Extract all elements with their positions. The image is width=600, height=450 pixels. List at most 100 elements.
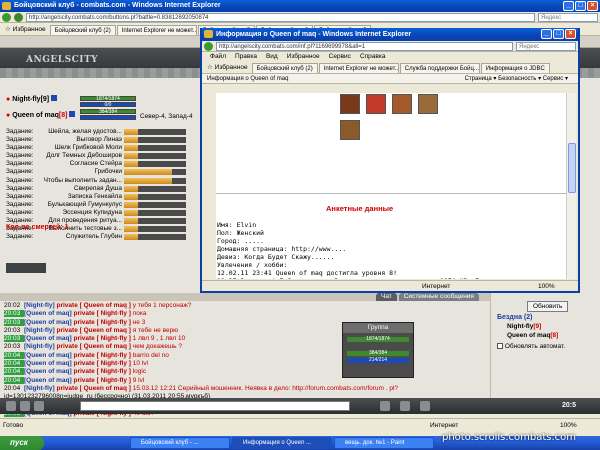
task-row[interactable]: Задание: Чтобы выполнить задан... (6, 177, 206, 185)
chat-nick[interactable]: [Queen of maq] (24, 335, 72, 342)
task-row[interactable]: Задание: Служитель Глубин (6, 233, 206, 241)
task-progress (124, 145, 186, 152)
clear-icon[interactable] (20, 401, 30, 411)
gift-icon[interactable] (392, 94, 412, 114)
chat-time: 20:04 (4, 376, 24, 384)
chat-nick[interactable]: [Night-fly] (24, 385, 55, 392)
link-2[interactable]: Internet Explorer не может... (318, 63, 399, 73)
info-icon[interactable] (51, 95, 58, 101)
menu-view[interactable]: Вид (266, 52, 278, 62)
popup-status-zoom[interactable]: 100% (538, 281, 555, 292)
auto-update-toggle[interactable]: Обновлять автомат. (497, 343, 565, 350)
translit-icon[interactable] (34, 401, 44, 411)
start-button[interactable]: пуск (0, 436, 44, 450)
update-button[interactable]: Обновить (527, 301, 569, 312)
chat-input[interactable] (80, 401, 350, 411)
chat-nick[interactable]: [Night-fly] (24, 343, 55, 350)
link-3[interactable]: Служба поддержки Бойц... (399, 63, 480, 73)
menu-file[interactable]: Файл (210, 52, 226, 62)
smiley-icon[interactable] (6, 401, 16, 411)
task-row[interactable]: Задание: Булькающий Гумункулус (6, 201, 206, 209)
chat-private-target[interactable]: private [ Queen of maq ] (57, 327, 131, 334)
chat-nick[interactable]: [Queen of maq] (24, 352, 72, 359)
popup-window: Информация о Queen of maq - Windows Inte… (200, 28, 580, 293)
task-row[interactable]: Задание: Свирепая Душа (6, 185, 206, 193)
popup-tab[interactable]: Информация о Queen of maq (207, 76, 288, 82)
group-title: Группа (343, 323, 413, 333)
member-night-fly[interactable]: Night-fly[9] (507, 323, 541, 330)
scroll-thumb[interactable] (568, 143, 576, 193)
tab-chat[interactable]: Чат (376, 293, 397, 301)
player-night-fly[interactable]: ● Night-fly[9] (6, 95, 58, 103)
bg-url-field[interactable]: http://angelscity.combats.com/buttons.pl… (26, 12, 535, 22)
checkbox[interactable] (497, 343, 503, 350)
chat-time: 20:03 (4, 335, 24, 343)
chat-nick[interactable]: [Queen of maq] (24, 319, 72, 326)
menu-tools[interactable]: Сервис (329, 52, 351, 62)
chat-private-target[interactable]: private [ Night-fly ] (73, 319, 130, 326)
filter-icon[interactable] (400, 401, 410, 411)
exit-icon[interactable] (420, 401, 430, 411)
chat-private-target[interactable]: private [ Night-fly ] (73, 310, 130, 317)
taskbar-item-1[interactable]: Бойцовский клуб - ... (130, 437, 230, 449)
task-row[interactable]: Задание: Грибочки (6, 168, 206, 176)
link-4[interactable]: Информация о JDBC (480, 63, 550, 73)
chat-nick[interactable]: [Night-fly] (24, 302, 55, 309)
favorites-button[interactable]: ☆ Избранное (204, 62, 251, 73)
task-row[interactable]: Задание: Эссенция Купидуна (6, 209, 206, 217)
task-row[interactable]: Задание: Выговор Линаэ (6, 136, 206, 144)
link-1[interactable]: Бойцовский клуб (2) (251, 63, 318, 73)
menu-favorites[interactable]: Избранное (287, 52, 320, 62)
bg-tab-2[interactable]: Internet Explorer не может... (116, 25, 197, 35)
favorites-button[interactable]: ☆ Избранное (2, 24, 49, 35)
chat-nick[interactable]: [Queen of maq] (24, 310, 72, 317)
popup-scrollbar[interactable] (566, 93, 576, 279)
chat-private-target[interactable]: private [ Night-fly ] (73, 368, 130, 375)
back-icon[interactable] (204, 41, 213, 51)
chat-nick[interactable]: [Queen of maq] (24, 368, 72, 375)
task-row[interactable]: Задание: Шейла, желая удостов... (6, 128, 206, 136)
member-queen[interactable]: Queen of maq[8] (507, 332, 558, 339)
popup-maximize-button[interactable]: □ (553, 29, 564, 39)
chat-private-target[interactable]: private [ Night-fly ] (73, 335, 130, 342)
chat-private-target[interactable]: private [ Night-fly ] (73, 352, 130, 359)
bg-tab-1[interactable]: Бойцовский клуб (2) (49, 25, 116, 35)
close-button[interactable]: × (587, 1, 598, 11)
tab-system-messages[interactable]: Системные сообщения (398, 293, 479, 301)
chat-nick[interactable]: [Queen of maq] (24, 377, 72, 384)
popup-search-field[interactable]: Яндекс (516, 41, 576, 51)
gift-icon[interactable] (340, 94, 360, 114)
popup-minimize-button[interactable]: _ (541, 29, 552, 39)
menu-edit[interactable]: Правка (235, 52, 257, 62)
send-icon[interactable] (380, 401, 390, 411)
gift-icon[interactable] (340, 120, 360, 140)
chat-line: 20:04 [Queen of maq] private [ Night-fly … (4, 376, 494, 385)
forward-icon[interactable] (14, 12, 23, 22)
chat-private-target[interactable]: private [ Queen of maq ] (57, 343, 131, 350)
menu-help[interactable]: Справка (360, 52, 386, 62)
chat-private-target[interactable]: private [ Night-fly ] (73, 377, 130, 384)
maximize-button[interactable]: □ (575, 1, 586, 11)
info-icon[interactable] (69, 111, 76, 117)
back-icon[interactable] (2, 12, 11, 22)
popup-url-field[interactable]: http://angelscity.combats.com/inf.pl?116… (216, 41, 513, 51)
task-row[interactable]: Задание: Записка Генкайла (6, 193, 206, 201)
taskbar-item-3[interactable]: вещь. док. №1 - Paint (334, 437, 434, 449)
chat-private-target[interactable]: private [ Queen of maq ] (57, 385, 131, 392)
bg-search-field[interactable]: Яндекс (538, 12, 598, 22)
status-zone: Интернет (430, 422, 459, 429)
minimize-button[interactable]: _ (563, 1, 574, 11)
chat-nick[interactable]: [Night-fly] (24, 327, 55, 334)
chat-nick[interactable]: [Queen of maq] (24, 360, 72, 367)
bg-window-title: Бойцовский клуб - combats.com - Windows … (14, 2, 221, 9)
status-zoom[interactable]: 100% (560, 419, 577, 432)
gift-icon[interactable] (418, 94, 438, 114)
popup-close-button[interactable]: × (565, 29, 576, 39)
chat-private-target[interactable]: private [ Night-fly ] (73, 360, 130, 367)
player-queen-of-maq[interactable]: ● Queen of maq[8] (6, 111, 76, 119)
gift-icon[interactable] (366, 94, 386, 114)
right-panel: Обновить Бездна (2) Night-fly[9] Queen o… (490, 293, 600, 398)
taskbar-item-2[interactable]: Информация о Queen ... (232, 437, 332, 449)
task-name: Выговор Линаэ (76, 136, 122, 144)
chat-private-target[interactable]: private [ Queen of maq ] (57, 302, 131, 309)
